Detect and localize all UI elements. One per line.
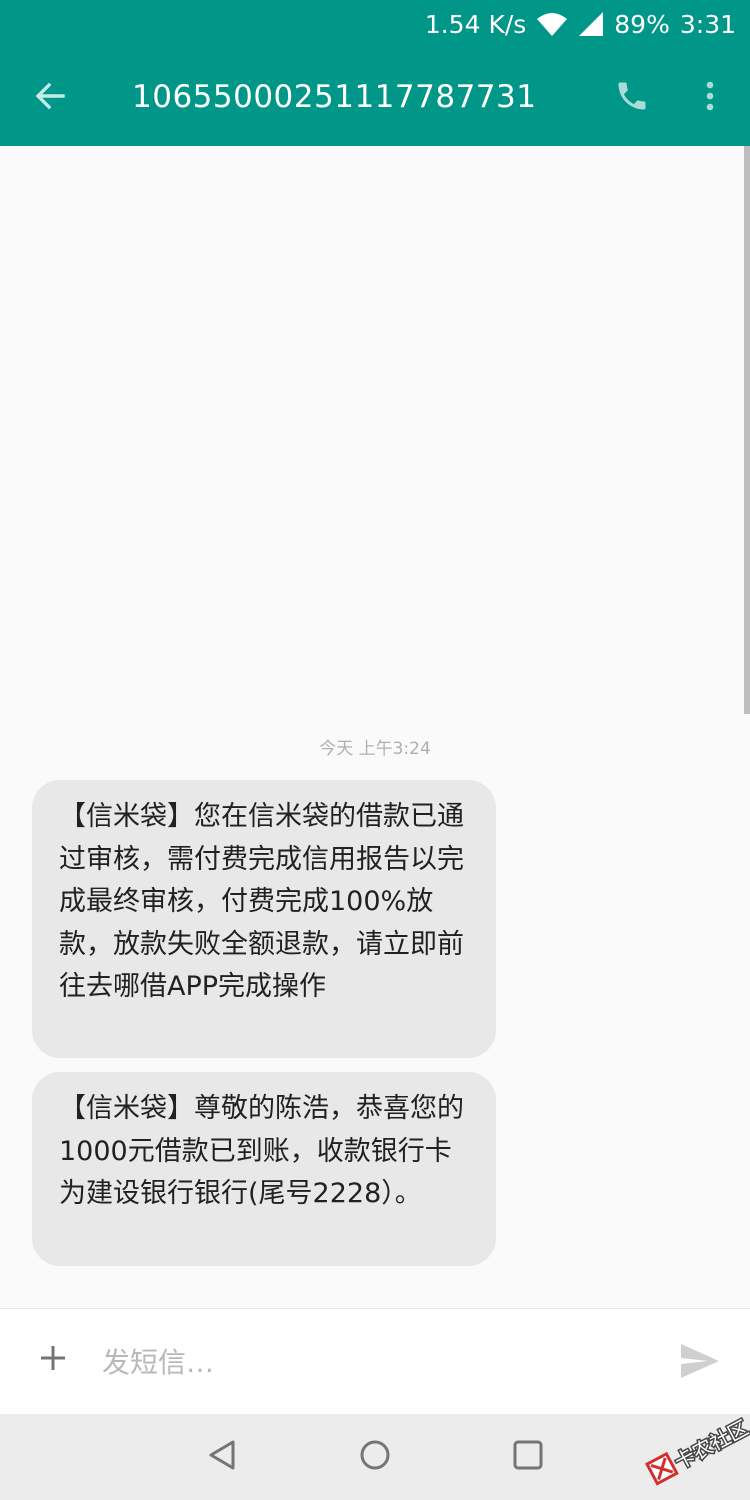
send-icon <box>680 1343 720 1383</box>
system-nav-bar <box>0 1414 750 1500</box>
message-input[interactable] <box>100 1331 644 1393</box>
app-bar: 10655000251117787731 <box>0 48 750 146</box>
more-options-button[interactable] <box>690 70 730 126</box>
status-bar: 1.54 K/s 89% 3:31 <box>0 0 750 48</box>
message-timestamp: 今天 上午3:24 <box>319 739 431 759</box>
clock: 3:31 <box>679 9 736 39</box>
compose-bar <box>0 1308 750 1414</box>
status-indicators: 1.54 K/s 89% 3:31 <box>425 0 736 48</box>
message-bubble[interactable]: 【信米袋】尊敬的陈浩，恭喜您的1000元借款已到账，收款银行卡为建设银行银行(尾… <box>32 1072 496 1266</box>
back-button[interactable] <box>22 70 78 126</box>
call-button[interactable] <box>604 70 660 126</box>
nav-back-icon <box>207 1439 237 1475</box>
nav-home-icon <box>359 1439 391 1475</box>
add-icon <box>39 1344 67 1376</box>
network-speed: 1.54 K/s <box>424 9 527 39</box>
back-arrow-icon <box>33 79 67 117</box>
battery-level: 89% <box>614 9 670 39</box>
add-attachment-button[interactable] <box>28 1335 78 1385</box>
contact-number-title: 10655000251117787731 <box>132 79 537 115</box>
nav-recents-icon <box>513 1440 543 1474</box>
sms-conversation-screen: 1.54 K/s 89% 3:31 10655000251117787731 今… <box>0 0 750 1500</box>
watermark-text: 卡农社区 <box>670 1415 750 1474</box>
phone-icon <box>614 78 650 118</box>
message-bubble[interactable]: 【信米袋】您在信米袋的借款已通过审核，需付费完成信用报告以完成最终审核，付费完成… <box>32 780 496 1058</box>
more-vert-icon <box>705 80 715 116</box>
scrollbar[interactable] <box>744 146 750 714</box>
cell-signal-icon <box>578 11 604 37</box>
watermark-logo: 卡农社区 <box>640 1410 750 1490</box>
wifi-icon <box>536 11 568 37</box>
send-button[interactable] <box>672 1335 728 1391</box>
message-list[interactable]: 今天 上午3:24 【信米袋】您在信米袋的借款已通过审核，需付费完成信用报告以完… <box>0 146 750 1308</box>
nav-recents-button[interactable] <box>498 1432 558 1482</box>
nav-back-button[interactable] <box>192 1432 252 1482</box>
nav-home-button[interactable] <box>345 1432 405 1482</box>
